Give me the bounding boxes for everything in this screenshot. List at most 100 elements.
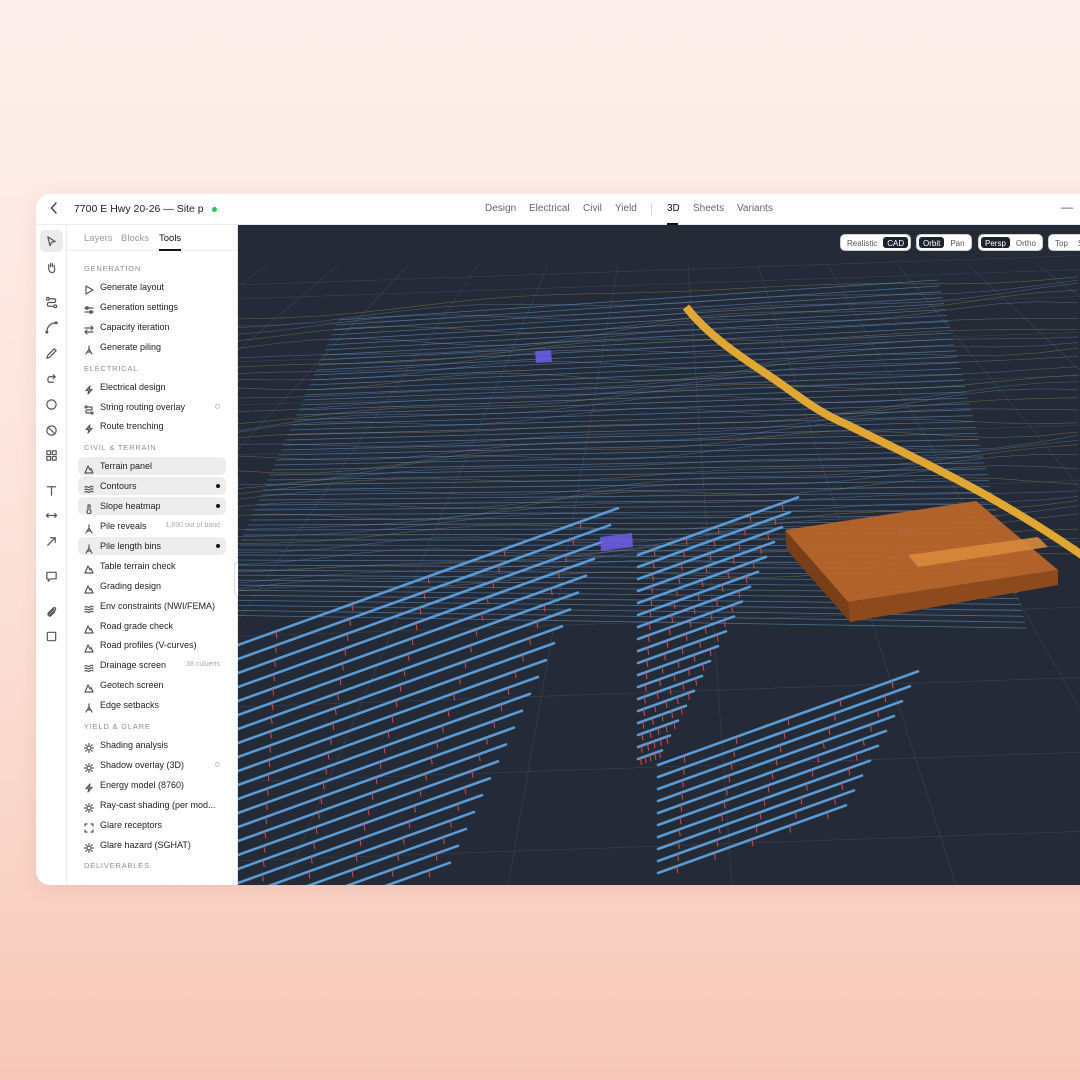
grid-icon[interactable]	[40, 444, 63, 466]
tool-item[interactable]: Electrical design	[78, 378, 226, 396]
grid-line	[238, 255, 1080, 286]
inactive-indicator	[215, 403, 220, 409]
view-option-ortho[interactable]: Ortho	[1012, 237, 1040, 248]
panel-tabs: Layers Blocks Tools	[67, 225, 237, 251]
tab-electrical[interactable]: Electrical	[529, 203, 570, 214]
tool-item[interactable]: Drainage screen 38 culverts	[78, 656, 226, 674]
panel-row	[254, 503, 996, 511]
section-heading: DELIVERABLES	[84, 861, 150, 871]
tab-civil[interactable]: Civil	[583, 203, 602, 214]
route-icon	[84, 402, 94, 415]
panel-row	[331, 297, 943, 336]
tool-item[interactable]: Glare hazard (SGHAT)	[78, 836, 226, 854]
active-indicator	[216, 543, 220, 548]
view-option-top[interactable]: Top	[1051, 237, 1072, 248]
view-option-persp[interactable]: Persp	[981, 237, 1010, 248]
mountain-icon	[84, 680, 94, 693]
tool-item[interactable]: Terrain panel	[78, 457, 226, 476]
tab-tools[interactable]: Tools	[159, 233, 181, 244]
tool-item[interactable]: Grading design	[78, 577, 226, 595]
arrow-icon[interactable]	[40, 530, 63, 552]
grid-line	[238, 375, 1080, 406]
back-icon[interactable]	[50, 202, 62, 216]
comment-icon[interactable]	[40, 565, 63, 587]
tool-item[interactable]: Road grade check	[78, 617, 226, 635]
tab-sheets[interactable]: Sheets	[693, 203, 724, 214]
sun-icon	[83, 840, 95, 853]
panel-row	[256, 497, 994, 506]
terrain-scene[interactable]	[238, 225, 1080, 885]
contour-line	[238, 388, 1079, 434]
tool-item-label: Electrical design	[100, 381, 166, 392]
tool-item[interactable]: Env constraints (NWI/FEMA)	[78, 597, 226, 615]
tool-item-label: Table terrain check	[100, 560, 176, 571]
pointer-icon[interactable]	[40, 230, 63, 252]
mountain-icon	[84, 640, 94, 653]
tool-item[interactable]: Shading analysis	[78, 736, 226, 754]
inactive-indicator	[215, 761, 220, 767]
panel-row	[296, 391, 967, 416]
paperclip-icon[interactable]	[40, 600, 63, 622]
ban-icon[interactable]	[40, 419, 63, 441]
bolt-icon	[84, 780, 94, 793]
tool-item[interactable]: Edge setbacks	[78, 696, 226, 714]
tool-item[interactable]: Road profiles (V-curves)	[78, 636, 226, 654]
square-icon[interactable]	[40, 625, 63, 647]
tool-item[interactable]: Geotech screen	[78, 676, 226, 694]
section-heading: GENERATION	[84, 264, 142, 273]
tool-item[interactable]: Slope heatmap	[78, 497, 226, 516]
tool-item-label: Glare hazard (SGHAT)	[100, 839, 191, 850]
sun-icon	[83, 800, 95, 813]
section-heading: CIVIL & TERRAIN	[84, 443, 157, 453]
tool-item-meta: 1,690 out of band	[165, 522, 221, 529]
tab-design[interactable]: Design	[485, 203, 516, 214]
tab-layers[interactable]: Layers	[84, 233, 113, 244]
route-icon[interactable]	[40, 291, 63, 313]
tool-item[interactable]: Pile length bins	[78, 536, 226, 555]
hand-icon[interactable]	[40, 256, 63, 278]
tool-item[interactable]: Ray-cast shading (per mod...	[78, 796, 226, 814]
tab-blocks[interactable]: Blocks	[121, 233, 149, 244]
tool-item-label: Grading design	[100, 580, 162, 591]
tool-item[interactable]: Generate layout	[78, 278, 226, 296]
tab-yield[interactable]: Yield	[615, 203, 637, 214]
view-option-s[interactable]: S	[1074, 237, 1080, 248]
tool-item[interactable]: Contours	[78, 477, 226, 496]
tool-item[interactable]: Glare receptors	[78, 816, 226, 834]
tab-3d[interactable]: 3D	[667, 203, 680, 214]
viewport-3d[interactable]: RealisticCAD OrbitPan PerspOrtho TopS	[238, 225, 1080, 885]
view-option-cad[interactable]: CAD	[883, 237, 909, 248]
circle-icon[interactable]	[40, 393, 63, 415]
panel-row	[269, 462, 985, 476]
curve-icon[interactable]	[40, 316, 63, 338]
tool-item[interactable]: Route trenching	[78, 417, 226, 435]
minimize-icon[interactable]: —	[1061, 200, 1073, 214]
tool-item-label: Energy model (8760)	[100, 779, 185, 790]
measure-icon[interactable]	[40, 504, 63, 526]
view-option-realistic[interactable]: Realistic	[843, 237, 881, 248]
text-icon[interactable]	[40, 479, 63, 501]
tool-item-label: Capacity iteration	[100, 321, 170, 332]
tool-item[interactable]: Capacity iteration	[78, 318, 226, 336]
tool-item[interactable]: String routing overlay	[78, 398, 226, 416]
tool-item[interactable]: Pile reveals 1,690 out of band	[78, 517, 226, 535]
bolt-icon	[84, 382, 94, 395]
pencil-icon[interactable]	[40, 342, 63, 364]
tool-item[interactable]: Generate piling	[78, 338, 226, 356]
waves-icon	[84, 660, 94, 673]
tool-item[interactable]: Shadow overlay (3D)	[78, 756, 226, 774]
active-indicator	[216, 504, 220, 509]
app-window: 7700 E Hwy 20-26 — Site plan Design Elec…	[36, 194, 1080, 885]
tab-variants[interactable]: Variants	[737, 203, 773, 214]
tool-item[interactable]: Generation settings	[78, 298, 226, 316]
swap-icon	[84, 322, 94, 335]
view-option-pan[interactable]: Pan	[946, 237, 968, 248]
tool-item[interactable]: Energy model (8760)	[78, 776, 226, 794]
tool-item[interactable]: Table terrain check	[78, 557, 226, 575]
redo-icon[interactable]	[40, 368, 63, 390]
waves-icon	[84, 601, 94, 613]
tool-item-label: String routing overlay	[100, 401, 186, 412]
thermometer-icon	[84, 501, 94, 515]
view-option-orbit[interactable]: Orbit	[919, 237, 945, 248]
panel-row	[238, 793, 484, 885]
